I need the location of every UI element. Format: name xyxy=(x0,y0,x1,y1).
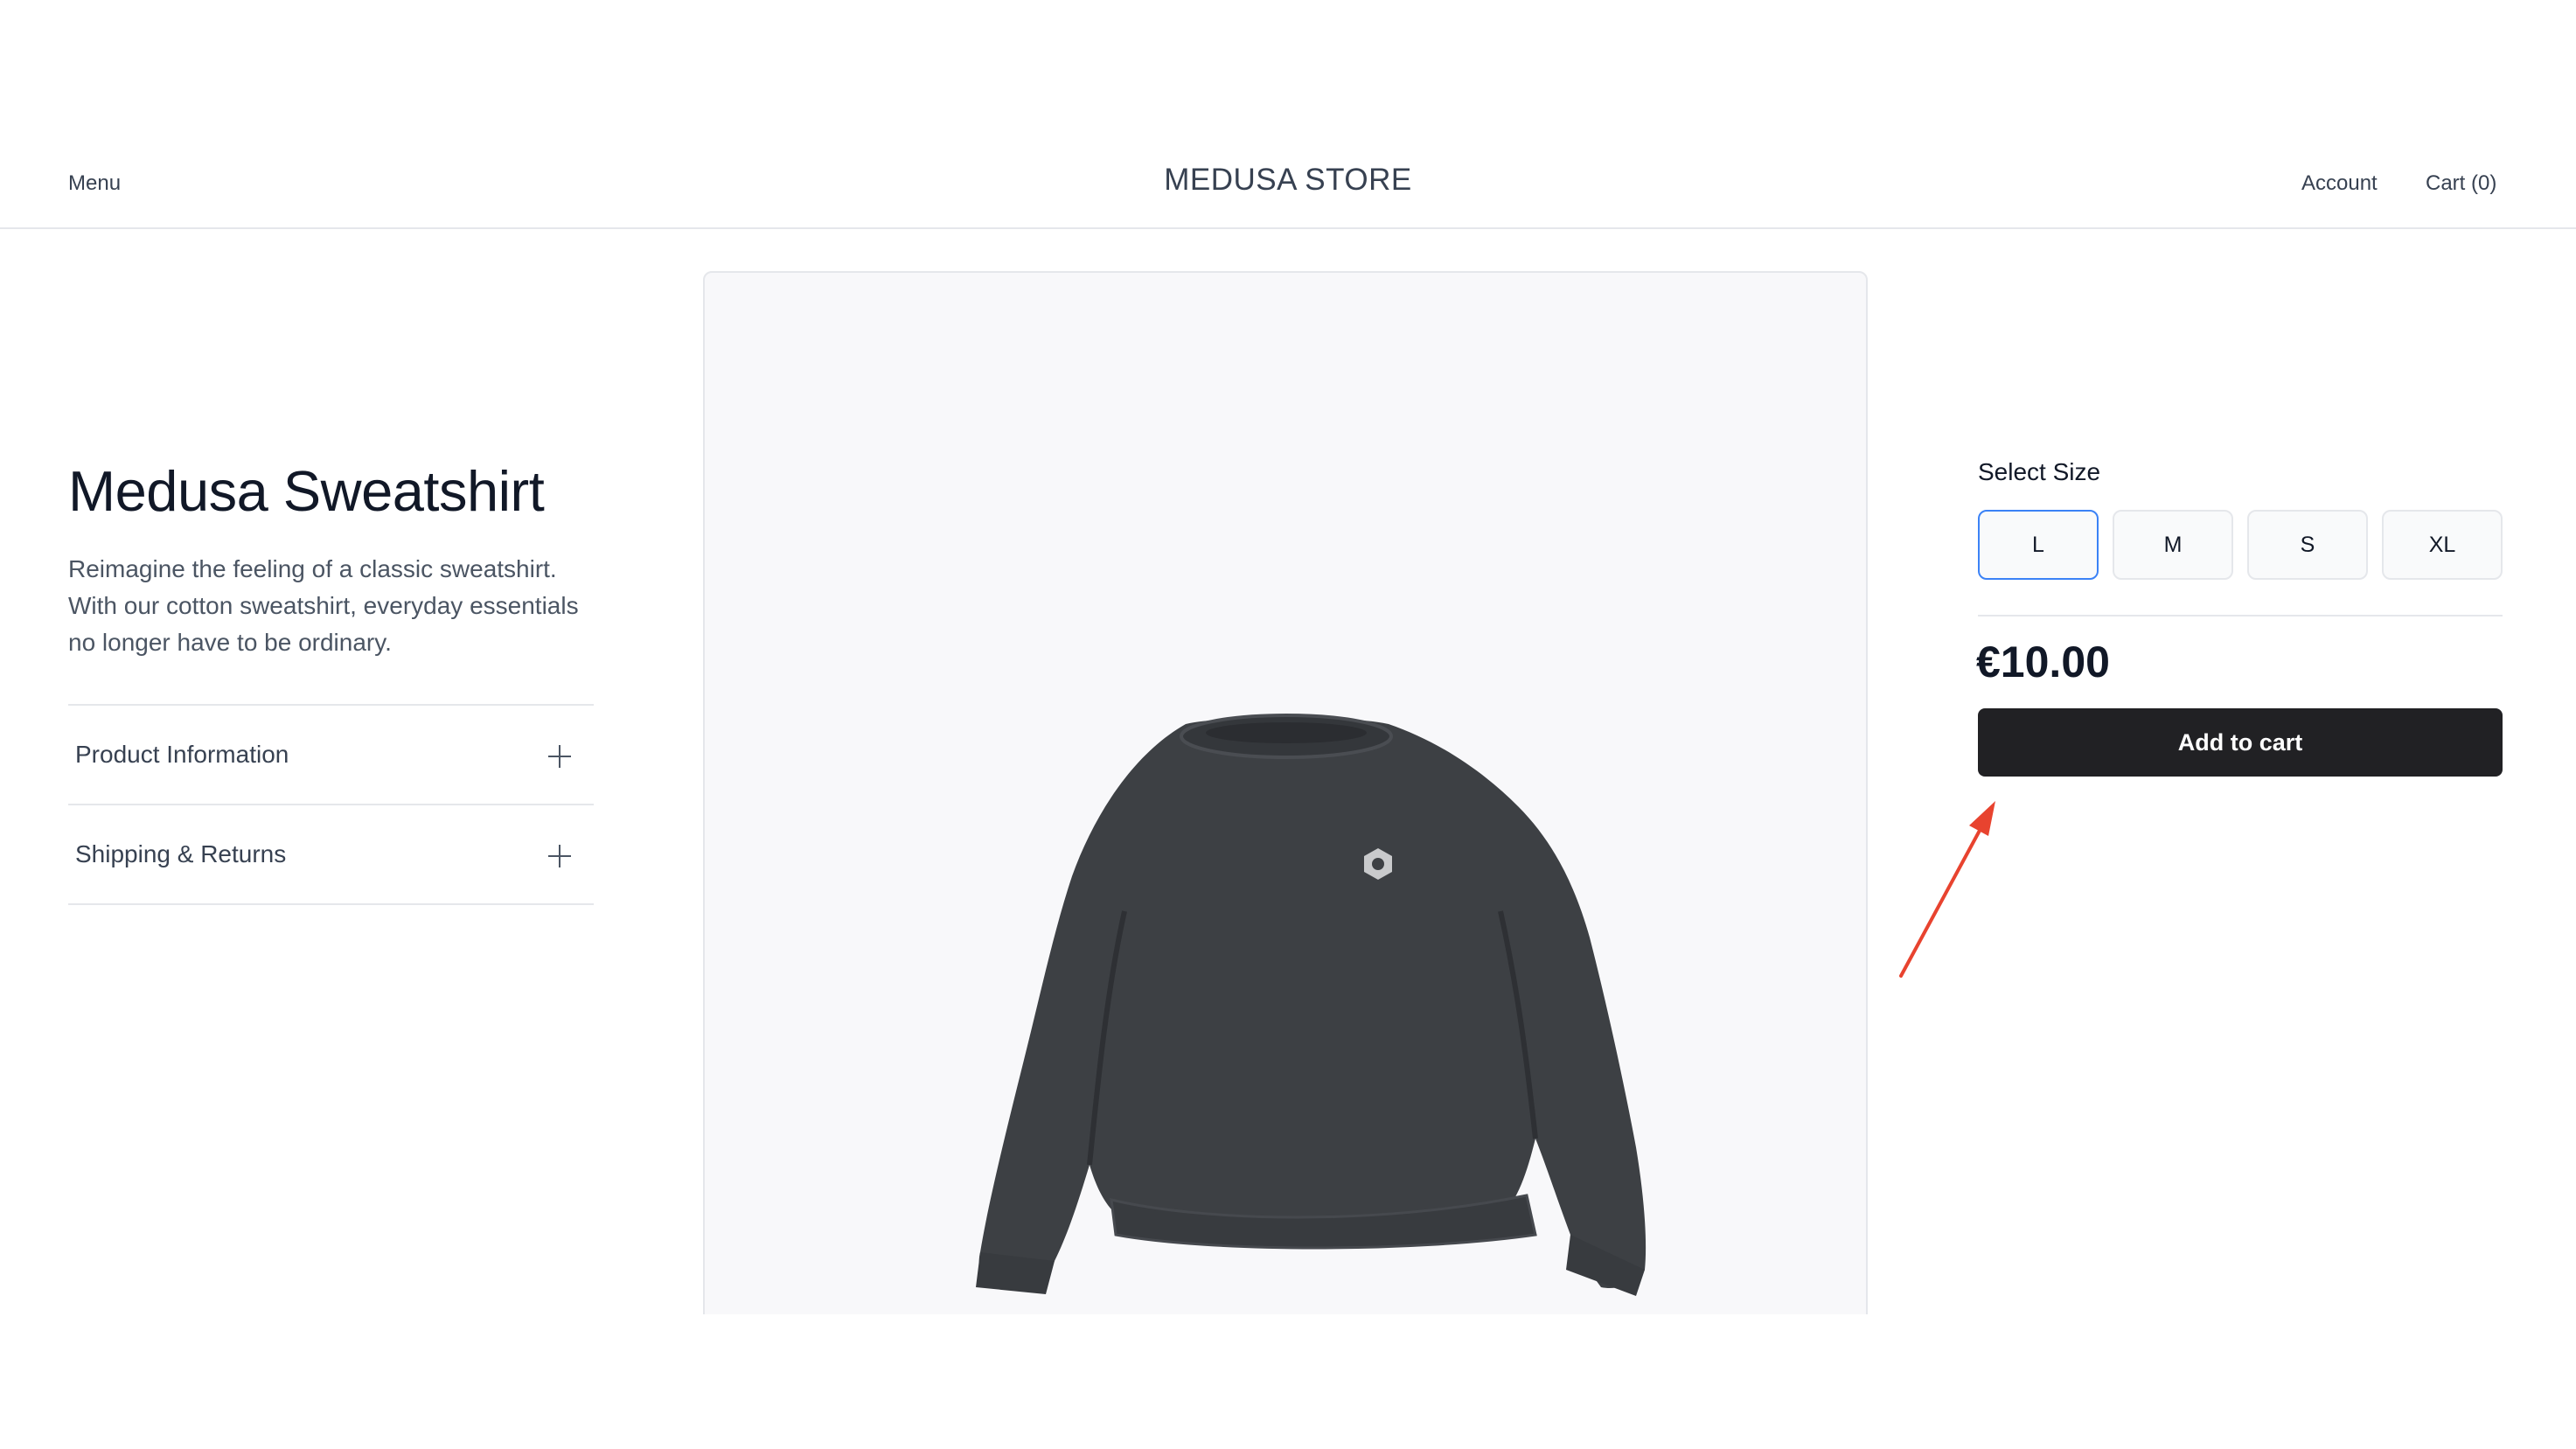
add-to-cart-button[interactable]: Add to cart xyxy=(1978,708,2503,777)
product-image-panel xyxy=(703,271,1868,1314)
plus-icon[interactable] xyxy=(548,845,571,867)
select-size-label: Select Size xyxy=(1978,458,2101,485)
size-option-m[interactable]: M xyxy=(2113,510,2233,580)
product-accordion: Product Information Shipping & Returns xyxy=(68,704,594,905)
size-option-s[interactable]: S xyxy=(2247,510,2368,580)
account-link[interactable]: Account xyxy=(2301,171,2378,196)
accordion-shipping-returns[interactable]: Shipping & Returns xyxy=(68,805,594,905)
cart-link[interactable]: Cart (0) xyxy=(2426,171,2496,196)
size-option-l[interactable]: L xyxy=(1978,510,2099,580)
site-header: Menu MEDUSA STORE Account Cart (0) xyxy=(0,138,2576,229)
product-page: Menu MEDUSA STORE Account Cart (0) Medus… xyxy=(0,138,2576,1314)
accordion-label: Shipping & Returns xyxy=(75,840,287,867)
accordion-product-information[interactable]: Product Information xyxy=(68,706,594,805)
product-title: Medusa Sweatshirt xyxy=(68,459,545,523)
sweatshirt-image xyxy=(976,714,1647,1296)
product-description: Reimagine the feeling of a classic sweat… xyxy=(68,555,579,656)
size-option-xl[interactable]: XL xyxy=(2382,510,2503,580)
size-options: L M S XL xyxy=(1978,510,2503,582)
store-logo[interactable]: MEDUSA STORE xyxy=(0,163,2576,198)
product-price: €10.00 xyxy=(1976,637,2110,686)
plus-icon[interactable] xyxy=(548,745,571,768)
divider xyxy=(1978,615,2503,617)
annotation-arrow-icon xyxy=(1899,801,1995,978)
accordion-label: Product Information xyxy=(75,741,289,768)
